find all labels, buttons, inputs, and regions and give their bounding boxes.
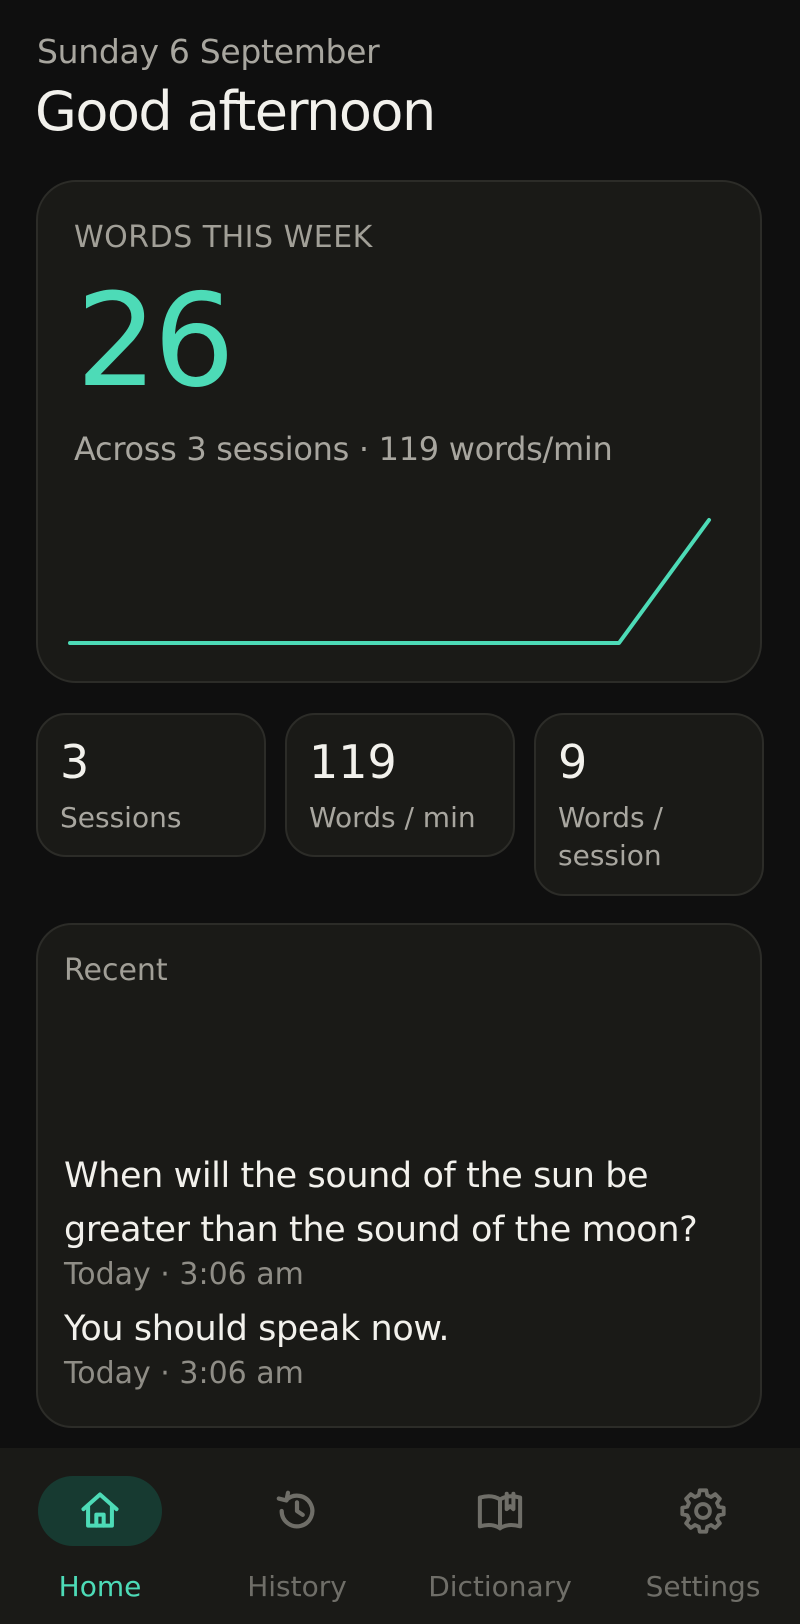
stat-value: 3 — [60, 735, 90, 789]
nav-item-home[interactable]: Home — [0, 1448, 200, 1624]
home-icon — [81, 1492, 119, 1528]
nav-icon-pill — [641, 1476, 765, 1546]
weekly-trend-chart — [68, 518, 711, 645]
nav-item-dictionary[interactable]: Dictionary — [400, 1448, 600, 1624]
weekly-trend-line — [68, 518, 711, 645]
nav-icon-pill — [38, 1476, 162, 1546]
recent-item[interactable]: You should speak now. Today · 3:06 am — [64, 1302, 724, 1392]
stat-card-words-per-session[interactable]: 9 Words / session — [534, 713, 764, 896]
nav-label: History — [247, 1570, 347, 1603]
stat-value: 9 — [558, 735, 588, 789]
stat-card-sessions[interactable]: 3 Sessions — [36, 713, 266, 857]
words-this-week-card[interactable]: WORDS THIS WEEK 26 Across 3 sessions · 1… — [36, 180, 762, 683]
nav-item-settings[interactable]: Settings — [603, 1448, 800, 1624]
stat-card-words-per-min[interactable]: 119 Words / min — [285, 713, 515, 857]
stat-value: 119 — [309, 735, 397, 789]
nav-label: Home — [58, 1570, 142, 1603]
book-icon — [477, 1491, 523, 1531]
date-label: Sunday 6 September — [37, 32, 380, 71]
recent-item-text: When will the sound of the sun be greate… — [64, 1156, 698, 1250]
stat-label: Sessions — [60, 801, 182, 834]
recent-item-time: Today · 3:06 am — [64, 1257, 304, 1292]
history-icon — [276, 1490, 315, 1529]
nav-label: Settings — [645, 1570, 761, 1603]
recent-title: Recent — [64, 953, 168, 988]
nav-label: Dictionary — [428, 1570, 572, 1603]
stat-label: Words / min — [309, 801, 476, 834]
bottom-navigation: Home History Dictionary Settings — [0, 1448, 800, 1624]
stat-label: Words / session — [558, 801, 663, 872]
gear-icon — [680, 1488, 726, 1534]
nav-item-history[interactable]: History — [197, 1448, 397, 1624]
recent-item-text: You should speak now. — [64, 1309, 450, 1349]
recent-item-time: Today · 3:06 am — [64, 1356, 304, 1391]
nav-icon-pill — [235, 1476, 359, 1546]
nav-icon-pill — [438, 1476, 562, 1546]
greeting-heading: Good afternoon — [35, 80, 436, 143]
recent-item[interactable]: When will the sound of the sun be greate… — [64, 1149, 724, 1293]
recent-card: Recent When will the sound of the sun be… — [36, 923, 762, 1428]
